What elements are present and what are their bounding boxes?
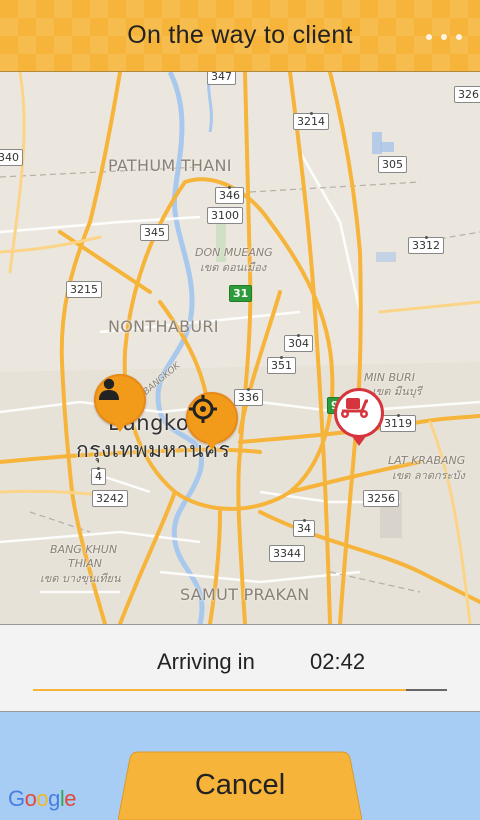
road-shield: 3312 [408, 236, 444, 254]
place-label: THIAN [68, 557, 102, 570]
person-icon [99, 378, 119, 400]
road-shield: 3344 [269, 545, 305, 562]
place-label: เขต มีนบุรี [372, 385, 422, 398]
dot [426, 34, 432, 40]
road-shield: 305 [378, 156, 407, 173]
road-shield: 3215 [66, 281, 102, 298]
page-title: On the way to client [127, 21, 353, 49]
client-location-pin[interactable] [94, 374, 146, 432]
place-label: เขต ดอนเมือง [200, 261, 267, 274]
bottom-bar: Cancel Google [0, 712, 480, 820]
crosshair-icon [189, 395, 217, 423]
road-shield: 304 [284, 334, 313, 352]
place-label: เขต บางขุนเทียน [40, 572, 121, 585]
eta-panel: Arriving in 02:42 [0, 624, 480, 712]
place-label: MIN BURI [364, 371, 415, 384]
road-shield: 3261 [454, 86, 480, 103]
road-shield: 347 [207, 72, 236, 85]
place-label: NONTHABURI [108, 317, 219, 336]
road-shield: 336 [234, 388, 263, 406]
scooter-icon [341, 398, 368, 418]
eta-label: Arriving in [157, 649, 255, 674]
road-shield: 346 [215, 186, 244, 204]
map-view[interactable]: PATHUM THANI NONTHABURI DON MUEANG เขต ด… [0, 72, 480, 624]
place-label: LAT KRABANG [388, 454, 466, 467]
map-roads [0, 72, 480, 624]
dot [441, 34, 447, 40]
google-logo: Google [8, 786, 77, 811]
place-label: DON MUEANG [195, 246, 273, 259]
place-label: PATHUM THANI [108, 156, 232, 175]
pickup-target-pin[interactable] [186, 392, 238, 450]
place-label: เขต ลาดกระบัง [392, 469, 465, 482]
road-shield: 351 [267, 356, 296, 374]
place-label: SAMUT PRAKAN [180, 585, 310, 604]
road-shield: 3214 [293, 112, 329, 130]
road-shield: 3119 [380, 414, 416, 432]
road-shield: 340 [0, 149, 23, 166]
road-shield: 3100 [207, 207, 243, 224]
place-label: BANG KHUN [50, 543, 118, 556]
more-icon[interactable] [426, 34, 462, 40]
cancel-button[interactable]: Cancel [118, 750, 362, 820]
road-shield: 345 [140, 224, 169, 241]
eta-progress-fill [33, 689, 406, 691]
road-shield: 4 [91, 467, 106, 485]
eta-time: 02:42 [310, 649, 366, 674]
road-shield: 31 [229, 285, 253, 302]
dot [456, 34, 462, 40]
eta-progress-bar [33, 689, 447, 691]
driver-location-pin[interactable] [334, 388, 384, 446]
road-shield: 34 [293, 519, 315, 537]
cancel-label: Cancel [194, 768, 286, 801]
road-shield: 3256 [363, 490, 399, 507]
top-bar: On the way to client [0, 0, 480, 72]
road-shield: 3242 [92, 490, 128, 507]
